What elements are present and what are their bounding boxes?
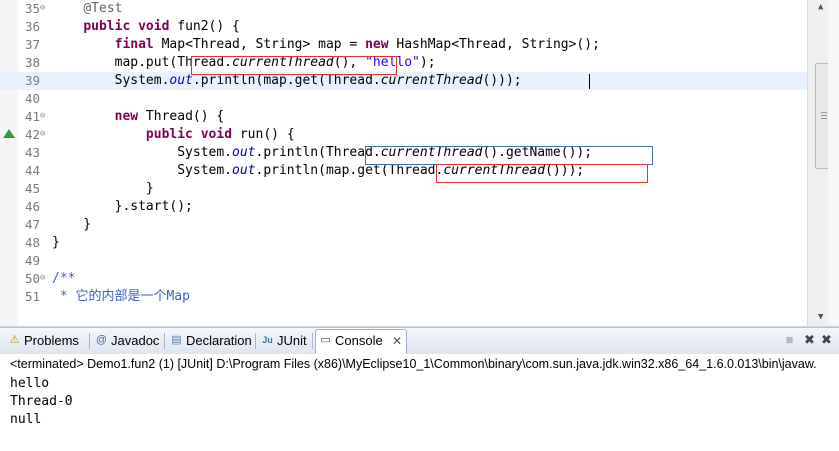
code-text[interactable]: /** <box>52 270 75 288</box>
remove-all-launches-icon[interactable]: ✖ <box>820 333 833 346</box>
code-text[interactable]: @Test <box>52 0 122 18</box>
code-line[interactable]: 39 System.out.println(map.get(Thread.cur… <box>0 72 807 90</box>
tab-label: Console <box>335 333 383 348</box>
highlight-box-line43 <box>365 146 653 165</box>
code-text[interactable]: }.start(); <box>52 198 193 216</box>
text-caret <box>589 74 590 89</box>
line-number: 50 <box>24 271 40 286</box>
line-number: 49 <box>24 253 40 268</box>
line-number: 43 <box>24 145 40 160</box>
tab-separator <box>255 333 256 349</box>
tab-console[interactable]: ▭ Console ✕ <box>315 329 407 354</box>
close-tab-icon[interactable]: ✕ <box>392 330 402 352</box>
console-process-header: <terminated> Demo1.fun2 (1) [JUnit] D:\P… <box>10 357 817 371</box>
scroll-up-arrow-icon[interactable]: ▲ <box>818 2 823 12</box>
code-text[interactable]: * 它的内部是一个Map <box>52 288 190 306</box>
line-number: 48 <box>24 235 40 250</box>
highlight-box-line44 <box>436 164 648 183</box>
junit-icon: Ju <box>262 335 273 345</box>
code-line[interactable]: 37 final Map<Thread, String> map = new H… <box>0 36 807 54</box>
line-number: 42 <box>24 127 40 142</box>
code-line[interactable]: 36 public void fun2() { <box>0 18 807 36</box>
line-number: 51 <box>24 289 40 304</box>
code-text[interactable]: } <box>52 234 60 252</box>
remove-launch-icon[interactable]: ✖ <box>803 333 816 346</box>
line-number: 37 <box>24 37 40 52</box>
tab-javadoc[interactable]: @ Javadoc <box>92 330 162 352</box>
tab-junit[interactable]: Ju JUnit <box>258 330 310 352</box>
code-line[interactable]: 50 ⊖/** <box>0 270 807 288</box>
line-number: 36 <box>24 19 40 34</box>
declaration-icon: ▤ <box>171 334 182 346</box>
line-number: 41 <box>24 109 40 124</box>
line-number: 38 <box>24 55 40 70</box>
tab-label: Declaration <box>186 333 252 348</box>
console-output-line: null <box>10 412 42 427</box>
code-line[interactable]: 35 ⊖ @Test <box>0 0 807 18</box>
tab-separator <box>312 333 313 349</box>
problems-icon: ⚠ <box>9 334 20 346</box>
console-output-line: Thread-0 <box>10 394 73 409</box>
line-number: 45 <box>24 181 40 196</box>
override-marker-icon[interactable] <box>3 129 15 138</box>
code-line[interactable]: 42 ⊖ public void run() { <box>0 126 807 144</box>
code-line[interactable]: 47 } <box>0 216 807 234</box>
highlight-box-line38 <box>191 56 397 75</box>
code-text[interactable]: new Thread() { <box>52 108 225 126</box>
code-line[interactable]: 38 map.put(Thread.currentThread(), "hell… <box>0 54 807 72</box>
tab-label: JUnit <box>277 333 307 348</box>
console-icon: ▭ <box>320 334 331 346</box>
code-line[interactable]: 41 ⊖ new Thread() { <box>0 108 807 126</box>
fold-toggle-icon[interactable]: ⊖ <box>40 111 50 121</box>
tab-separator <box>89 333 90 349</box>
code-line[interactable]: 45 } <box>0 180 807 198</box>
javadoc-icon: @ <box>95 334 108 346</box>
tab-separator <box>164 333 165 349</box>
fold-toggle-icon[interactable]: ⊖ <box>40 3 50 13</box>
code-line[interactable]: 48} <box>0 234 807 252</box>
line-number: 40 <box>24 91 40 106</box>
code-line[interactable]: 40 <box>0 90 807 108</box>
code-text[interactable]: public void run() { <box>52 126 295 144</box>
code-editor[interactable]: 35 ⊖ @Test 36 public void fun2() {37 final… <box>0 0 839 327</box>
code-line[interactable]: 51 * 它的内部是一个Map <box>0 288 807 306</box>
line-number: 39 <box>24 73 40 88</box>
code-text[interactable]: } <box>52 180 154 198</box>
code-line[interactable]: 49 <box>0 252 807 270</box>
line-number: 35 <box>24 1 40 16</box>
code-text[interactable]: } <box>52 216 91 234</box>
line-number: 47 <box>24 217 40 232</box>
tab-label: Javadoc <box>111 333 160 348</box>
console-view[interactable]: <terminated> Demo1.fun2 (1) [JUnit] D:\P… <box>0 354 839 451</box>
console-output-line: hello <box>10 376 50 391</box>
line-number: 46 <box>24 199 40 214</box>
terminate-icon[interactable]: ■ <box>783 333 796 346</box>
tab-problems[interactable]: ⚠ Problems <box>5 330 87 352</box>
overview-ruler[interactable] <box>828 0 839 326</box>
line-number: 44 <box>24 163 40 178</box>
tab-declaration[interactable]: ▤ Declaration <box>167 330 253 352</box>
tab-label: Problems <box>24 333 79 348</box>
fold-toggle-icon[interactable]: ⊖ <box>40 129 50 139</box>
code-text[interactable]: final Map<Thread, String> map = new Hash… <box>52 36 600 54</box>
scroll-down-arrow-icon[interactable]: ▼ <box>818 312 823 322</box>
fold-toggle-icon[interactable]: ⊖ <box>40 273 50 283</box>
view-tab-bar: ⚠ Problems @ Javadoc ▤ Declaration Ju JUnit ▭ Con… <box>0 327 839 355</box>
code-text[interactable]: public void fun2() { <box>52 18 240 36</box>
code-line[interactable]: 46 }.start(); <box>0 198 807 216</box>
